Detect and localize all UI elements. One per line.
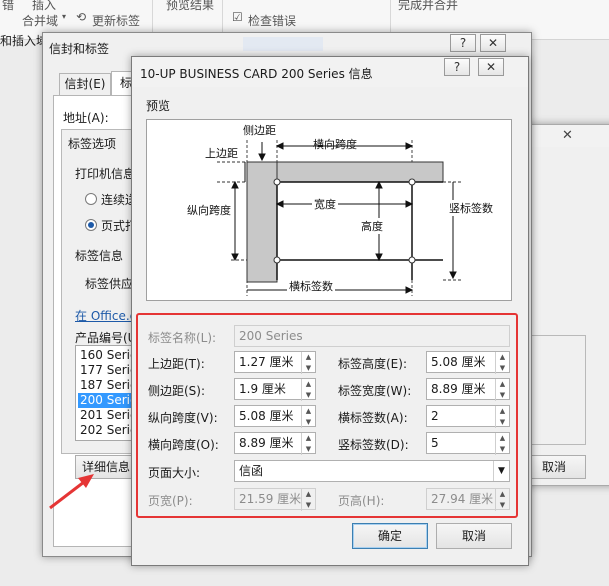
diagram-horizontal-pitch: 横向跨度 — [313, 138, 357, 151]
list-item[interactable]: 201 Series — [78, 408, 138, 423]
list-item-selected[interactable]: 200 Series — [78, 393, 138, 408]
list-item[interactable]: 187 Series — [78, 378, 138, 393]
diagram-height: 高度 — [361, 218, 383, 234]
help-button[interactable]: ? — [444, 58, 470, 76]
continuous-radio[interactable] — [85, 193, 97, 205]
highlight-box — [136, 313, 518, 518]
cancel-button[interactable]: 取消 — [436, 523, 512, 549]
diagram-number-down: 竖标签数 — [449, 200, 493, 216]
diagram-width: 宽度 — [312, 196, 338, 212]
tab-envelopes[interactable]: 信封(E) — [59, 73, 111, 95]
diagram-top-margin: 上边距 — [205, 147, 238, 160]
ribbon-preview-results[interactable]: 预览结果 — [166, 0, 214, 13]
check-icon: ☑ — [232, 10, 243, 24]
title-blur — [243, 37, 323, 51]
preview-label: 预览 — [146, 99, 171, 113]
list-item[interactable]: 202 Series — [78, 423, 138, 438]
ribbon-item[interactable]: 错 — [2, 0, 14, 13]
dialog-title: 信封和标签 — [49, 42, 110, 56]
label-vendor: 标签供应 — [85, 277, 134, 291]
refresh-icon: ⟲ — [76, 10, 87, 24]
printer-info-label: 打印机信息 — [75, 167, 136, 181]
close-icon[interactable]: ✕ — [562, 128, 573, 143]
label-info-title: 标签信息 — [75, 249, 124, 263]
product-list[interactable]: 160 Series 177 Series 187 Series 200 Ser… — [75, 345, 139, 441]
red-arrow-icon — [49, 474, 94, 510]
ribbon-finish-merge[interactable]: 完成并合并 — [398, 0, 458, 13]
card-left-strip — [246, 161, 278, 283]
dropdown-icon: ▾ — [62, 12, 67, 21]
ribbon-group-label: 和插入域 — [0, 34, 49, 48]
diagram-number-across: 横标签数 — [287, 278, 335, 294]
help-button[interactable]: ? — [450, 34, 476, 52]
label-options-title: 标签选项 — [68, 137, 117, 151]
ribbon-update-labels[interactable]: 更新标签 — [92, 12, 140, 29]
page-printer-radio[interactable] — [85, 219, 97, 231]
close-button[interactable]: ✕ — [480, 34, 506, 52]
dialog-title: 10-UP BUSINESS CARD 200 Series 信息 — [140, 67, 373, 81]
office-link[interactable]: 在 Office.c — [75, 307, 136, 324]
diagram-vertical-pitch: 纵向跨度 — [187, 204, 231, 217]
ribbon-check-errors[interactable]: 检查错误 — [248, 12, 296, 29]
ok-button[interactable]: 确定 — [352, 523, 428, 549]
close-button[interactable]: ✕ — [478, 58, 504, 76]
address-label: 地址(A): — [63, 111, 109, 125]
ribbon-merge-field[interactable]: 合并域 — [22, 12, 58, 29]
list-item[interactable]: 160 Series — [78, 348, 138, 363]
side-window-group — [526, 335, 586, 445]
diagram-side-margin: 侧边距 — [243, 124, 276, 137]
list-item[interactable]: 177 Series — [78, 363, 138, 378]
preview-box: 侧边距 上边距 横向跨度 纵向跨度 宽度 高度 竖标签数 横标签数 — [146, 119, 512, 301]
